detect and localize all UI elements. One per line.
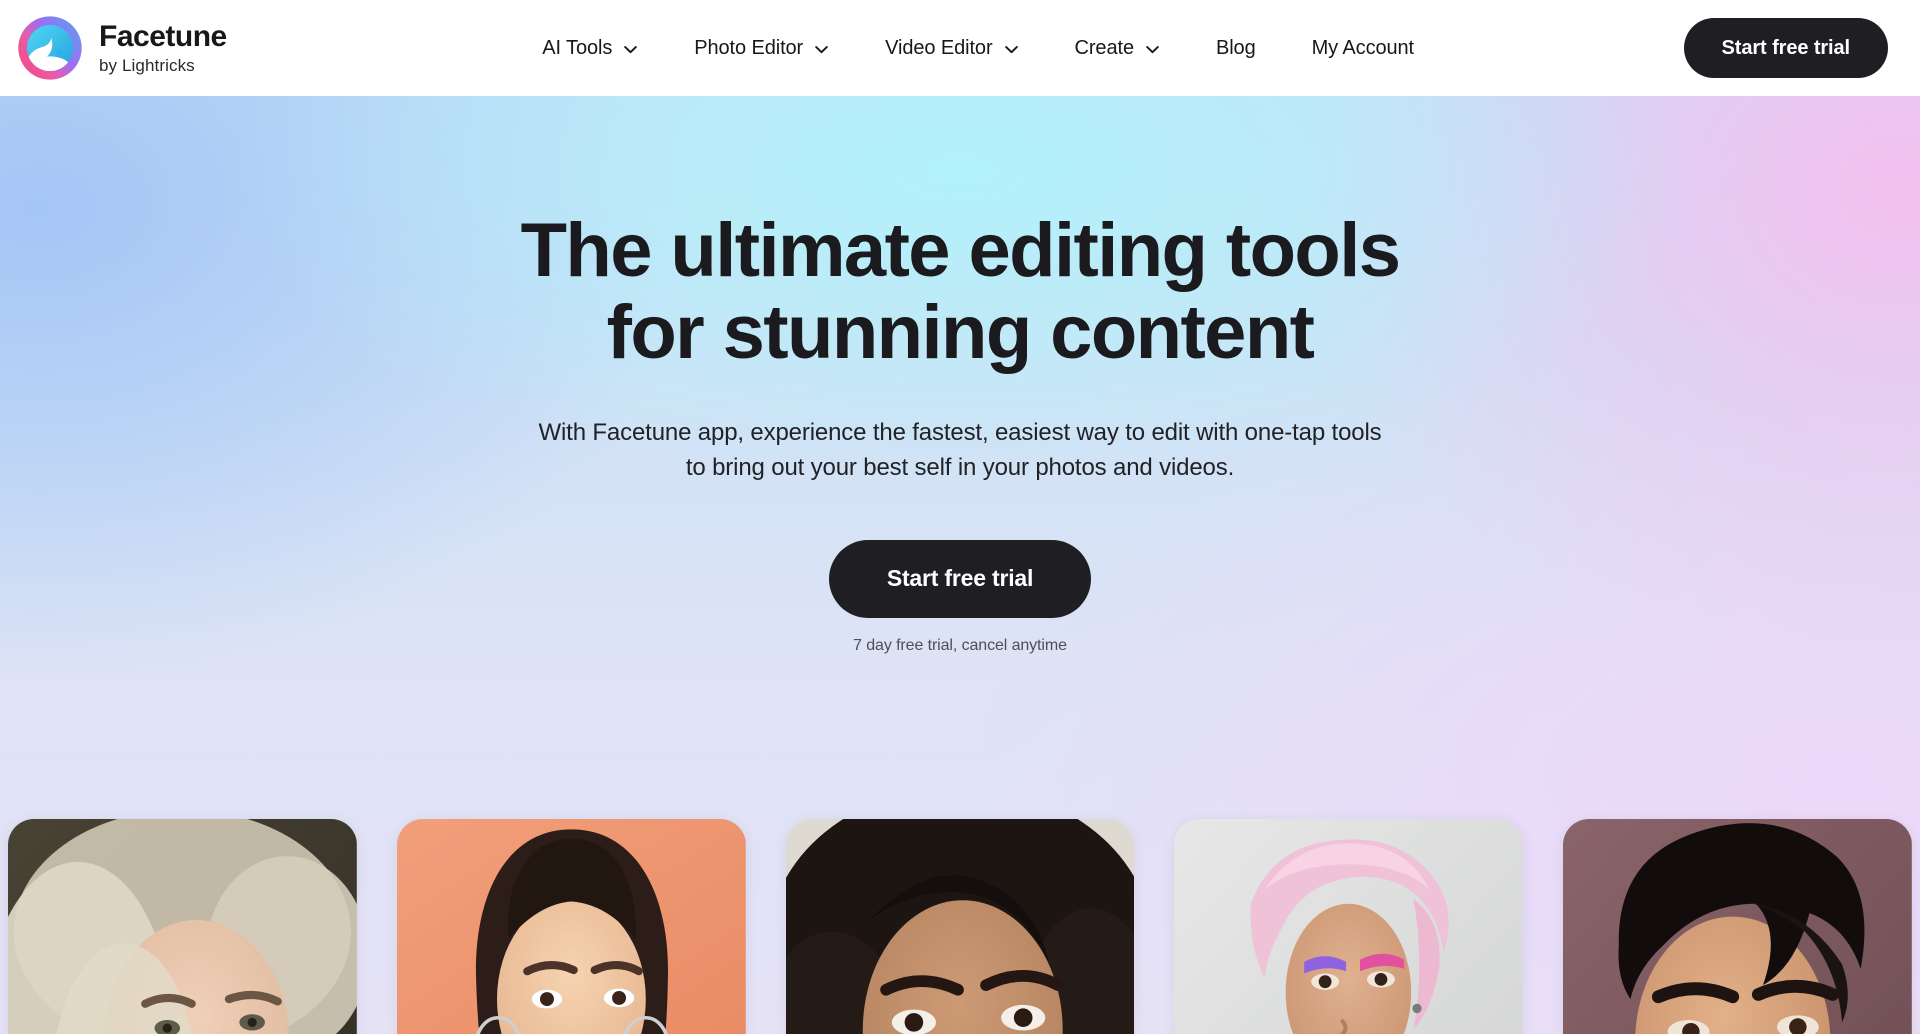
site-header: Facetune by Lightricks AI Tools Photo Ed… <box>0 0 1920 96</box>
portrait-card-4[interactable] <box>1174 819 1524 1034</box>
free-trial-note: 7 day free trial, cancel anytime <box>853 636 1067 654</box>
chevron-down-icon <box>623 42 638 54</box>
hero-cta-group: Start free trial 7 day free trial, cance… <box>0 539 1920 655</box>
hero-content: The ultimate editing tools for stunning … <box>0 96 1920 655</box>
subheadline-line-1: With Facetune app, experience the fastes… <box>538 419 1382 447</box>
nav-label: Create <box>1074 36 1135 59</box>
portrait-card-5[interactable] <box>1563 819 1912 1034</box>
nav-label: AI Tools <box>542 36 613 59</box>
nav-label: My Account <box>1311 36 1414 59</box>
brand-logo[interactable]: Facetune by Lightricks <box>14 12 227 84</box>
headline-line-1: The ultimate editing tools <box>520 208 1401 293</box>
headline-line-2: for stunning content <box>606 290 1315 376</box>
nav-item-photo-editor[interactable]: Photo Editor <box>666 27 857 70</box>
main-navigation: AI Tools Photo Editor Video Editor Creat… <box>297 27 1660 70</box>
chevron-down-icon <box>814 42 829 54</box>
hero-subheadline: With Facetune app, experience the fastes… <box>0 416 1920 486</box>
nav-item-ai-tools[interactable]: AI Tools <box>514 27 666 70</box>
hero-section: The ultimate editing tools for stunning … <box>0 96 1920 1034</box>
nav-item-video-editor[interactable]: Video Editor <box>857 27 1046 70</box>
header-start-free-trial-button[interactable]: Start free trial <box>1683 18 1888 78</box>
brand-name: Facetune <box>99 20 227 53</box>
portrait-card-3[interactable] <box>785 819 1135 1034</box>
portrait-card-1[interactable] <box>8 819 357 1034</box>
portrait-card-2[interactable] <box>396 819 746 1034</box>
hero-start-free-trial-button[interactable]: Start free trial <box>828 539 1092 618</box>
portrait-gallery <box>0 819 1920 1034</box>
subheadline-line-2: to bring out your best self in your phot… <box>685 453 1235 481</box>
page-title: The ultimate editing tools for stunning … <box>0 208 1920 376</box>
nav-label: Blog <box>1215 36 1256 59</box>
chevron-down-icon <box>1004 42 1019 54</box>
facetune-circle-avatar-icon <box>14 12 86 84</box>
chevron-down-icon <box>1145 42 1160 54</box>
nav-item-blog[interactable]: Blog <box>1188 27 1284 70</box>
nav-item-create[interactable]: Create <box>1047 27 1188 70</box>
nav-label: Video Editor <box>885 36 993 59</box>
brand-tagline: by Lightricks <box>99 56 195 75</box>
nav-label: Photo Editor <box>694 36 804 59</box>
nav-item-my-account[interactable]: My Account <box>1284 27 1442 70</box>
